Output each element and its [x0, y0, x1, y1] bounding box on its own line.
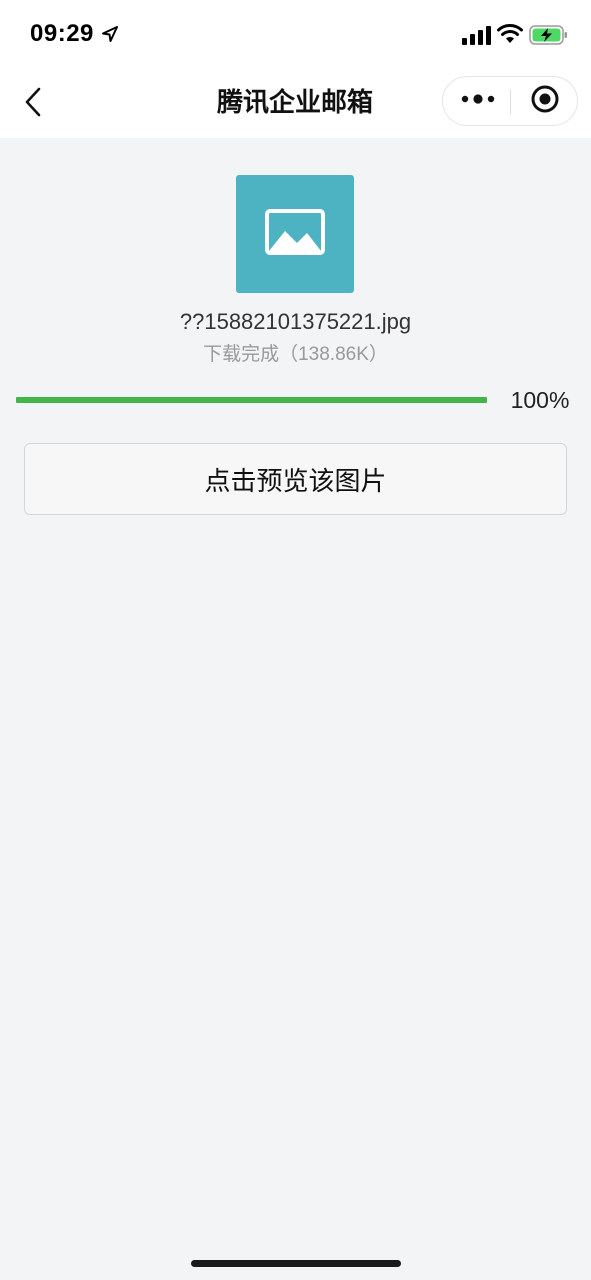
- file-thumbnail: [236, 175, 354, 293]
- location-arrow-icon: [100, 24, 120, 44]
- preview-image-button[interactable]: 点击预览该图片: [24, 443, 567, 515]
- more-button[interactable]: [449, 81, 507, 121]
- status-bar: 09:29: [0, 0, 591, 70]
- file-name: ??15882101375221.jpg: [179, 309, 412, 334]
- download-progress-fill: [16, 397, 487, 403]
- status-time: 09:29: [30, 20, 94, 47]
- cellular-signal-icon: [462, 25, 492, 45]
- home-indicator: [191, 1260, 401, 1267]
- image-icon: [265, 208, 325, 260]
- download-progress-bar: [16, 397, 487, 403]
- close-mini-program-button[interactable]: [519, 81, 571, 121]
- capsule-divider: [510, 89, 511, 115]
- back-button[interactable]: [14, 84, 54, 124]
- wifi-icon: [497, 23, 523, 45]
- chevron-left-icon: [22, 86, 46, 123]
- battery-charging-icon: [529, 24, 569, 46]
- mini-program-capsule: [442, 76, 578, 126]
- more-dots-icon: [461, 92, 495, 110]
- download-status: 下载完成（138.86K）: [203, 344, 388, 365]
- page-title: 腾讯企业邮箱: [216, 87, 373, 117]
- progress-percent: 100%: [510, 387, 570, 413]
- navigation-bar: 腾讯企业邮箱: [0, 70, 591, 138]
- target-circle-icon: [530, 84, 560, 119]
